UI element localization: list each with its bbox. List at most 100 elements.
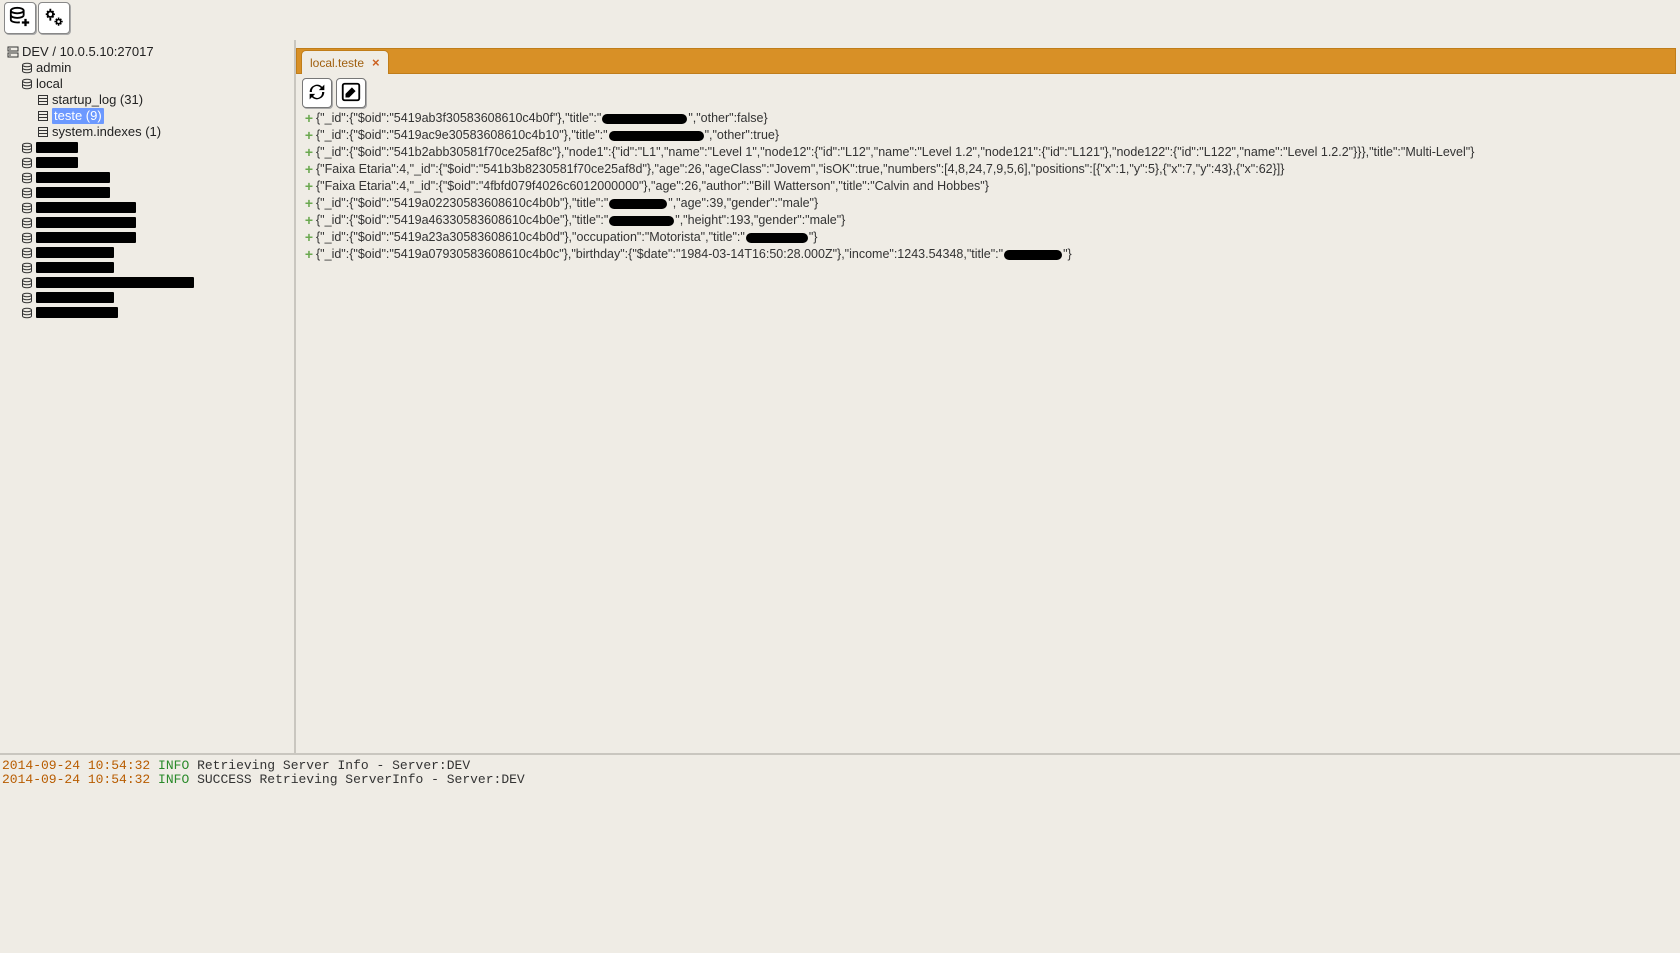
tree-db-redacted[interactable] [2,155,292,170]
document-row[interactable]: +{"Faixa Etaria":4,"_id":{"$oid":"4fbfd0… [302,178,1676,195]
tree-db-redacted[interactable] [2,140,292,155]
expand-icon[interactable]: + [302,229,316,246]
redacted-label [36,187,110,198]
log-message: SUCCESS Retrieving ServerInfo - Server:D… [197,772,525,787]
redacted-value [1004,250,1062,260]
tree-db-redacted[interactable] [2,275,292,290]
tree-collection-startup-log[interactable]: startup_log (31) [2,92,292,108]
document-json: {"_id":{"$oid":"5419ac9e30583608610c4b10… [316,127,608,144]
database-icon [20,141,34,155]
document-row[interactable]: +{"_id":{"$oid":"5419a02230583608610c4b0… [302,195,1676,212]
redacted-label [36,217,136,228]
new-connection-button[interactable] [4,2,36,34]
collection-icon [36,93,50,107]
log-panel: 2014-09-24 10:54:32 INFO Retrieving Serv… [0,753,1680,953]
database-icon [20,61,34,75]
expand-icon[interactable]: + [302,161,316,178]
settings-button[interactable] [38,2,70,34]
edit-button[interactable] [336,78,366,108]
document-toolbar [296,74,1680,110]
server-icon [6,45,20,59]
log-level: INFO [158,772,189,787]
document-row[interactable]: +{"_id":{"$oid":"5419ac9e30583608610c4b1… [302,127,1676,144]
redacted-label [36,247,114,258]
redacted-label [36,202,136,213]
document-json: {"_id":{"$oid":"541b2abb30581f70ce25af8c… [316,144,1474,161]
expand-icon[interactable]: + [302,195,316,212]
refresh-button[interactable] [302,78,332,108]
database-icon [20,186,34,200]
tree-server-label: DEV / 10.0.5.10:27017 [22,44,154,60]
tab-label: local.teste [310,56,364,70]
document-json: {"Faixa Etaria":4,"_id":{"$oid":"541b3b8… [316,161,1284,178]
tree-db-label: local [36,76,63,92]
tree-db-redacted[interactable] [2,245,292,260]
refresh-icon [306,81,328,106]
edit-icon [340,81,362,106]
content-area: local.teste × +{"_id":{"$oid":"5419ab3f3… [296,40,1680,753]
tab-bar: local.teste × [296,48,1676,74]
database-icon [20,77,34,91]
database-icon [20,231,34,245]
expand-icon[interactable]: + [302,246,316,263]
tree-db-admin[interactable]: admin [2,60,292,76]
tree-db-local[interactable]: local [2,76,292,92]
tree-db-redacted[interactable] [2,260,292,275]
document-row[interactable]: +{"_id":{"$oid":"5419a46330583608610c4b0… [302,212,1676,229]
tree-db-redacted[interactable] [2,170,292,185]
document-row[interactable]: +{"_id":{"$oid":"5419a23a30583608610c4b0… [302,229,1676,246]
main-split: DEV / 10.0.5.10:27017 admin local startu… [0,40,1680,753]
log-message: Retrieving Server Info - Server:DEV [197,758,470,773]
database-icon [20,276,34,290]
redacted-value [602,114,687,124]
tree-db-redacted[interactable] [2,215,292,230]
document-list: +{"_id":{"$oid":"5419ab3f30583608610c4b0… [296,110,1680,753]
tree-collection-label: teste (9) [52,108,104,124]
tree-db-redacted[interactable] [2,290,292,305]
tree-collection-label: system.indexes (1) [52,124,161,140]
database-icon [20,306,34,320]
tree-server-node[interactable]: DEV / 10.0.5.10:27017 [2,44,292,60]
tree-db-redacted[interactable] [2,230,292,245]
log-line: 2014-09-24 10:54:32 INFO Retrieving Serv… [2,759,1678,773]
document-json: "} [1063,246,1072,263]
log-timestamp: 2014-09-24 10:54:32 [2,772,150,787]
gears-icon [43,6,65,31]
redacted-label [36,262,114,273]
log-level: INFO [158,758,189,773]
expand-icon[interactable]: + [302,212,316,229]
database-icon [20,171,34,185]
tree-db-redacted[interactable] [2,185,292,200]
tree-collection-teste[interactable]: teste (9) [2,108,292,124]
redacted-label [36,307,118,318]
expand-icon[interactable]: + [302,178,316,195]
tree-db-redacted[interactable] [2,305,292,320]
document-row[interactable]: +{"_id":{"$oid":"5419ab3f30583608610c4b0… [302,110,1676,127]
tree-collection-system-indexes[interactable]: system.indexes (1) [2,124,292,140]
database-plus-icon [9,6,31,31]
redacted-label [36,292,114,303]
document-json: {"_id":{"$oid":"5419a07930583608610c4b0c… [316,246,1003,263]
database-icon [20,216,34,230]
database-icon [20,246,34,260]
tab-close-icon[interactable]: × [372,55,380,70]
tree-collection-label: startup_log (31) [52,92,143,108]
document-json: ","other":false} [688,110,767,127]
redacted-value [609,131,704,141]
document-json: {"_id":{"$oid":"5419a46330583608610c4b0e… [316,212,608,229]
tab-local-teste[interactable]: local.teste × [301,50,389,74]
expand-icon[interactable]: + [302,144,316,161]
tree-db-redacted[interactable] [2,200,292,215]
document-row[interactable]: +{"Faixa Etaria":4,"_id":{"$oid":"541b3b… [302,161,1676,178]
database-icon [20,291,34,305]
redacted-label [36,232,136,243]
document-json: {"_id":{"$oid":"5419ab3f30583608610c4b0f… [316,110,601,127]
collection-icon [36,125,50,139]
document-json: {"_id":{"$oid":"5419a23a30583608610c4b0d… [316,229,745,246]
document-row[interactable]: +{"_id":{"$oid":"5419a07930583608610c4b0… [302,246,1676,263]
expand-icon[interactable]: + [302,127,316,144]
document-json: {"_id":{"$oid":"5419a02230583608610c4b0b… [316,195,608,212]
document-row[interactable]: +{"_id":{"$oid":"541b2abb30581f70ce25af8… [302,144,1676,161]
expand-icon[interactable]: + [302,110,316,127]
database-icon [20,261,34,275]
